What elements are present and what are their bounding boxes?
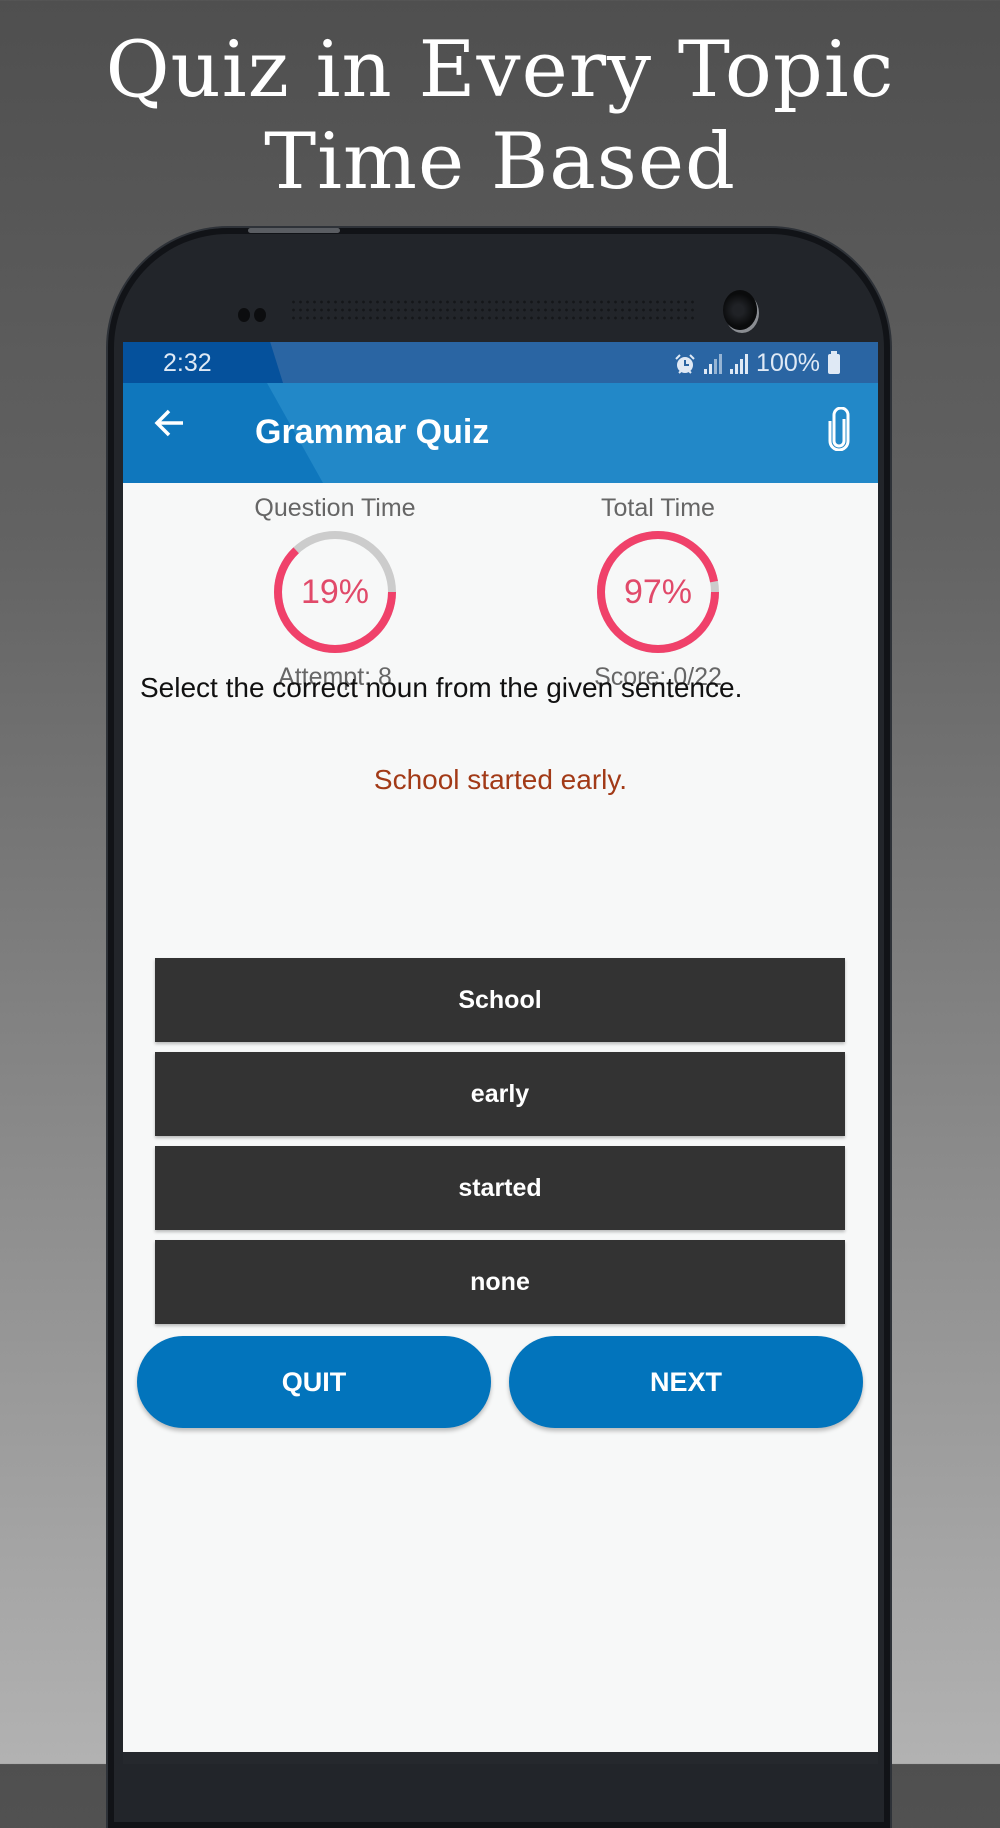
question-time-ring: 19% <box>270 527 400 657</box>
question-time-percent: 19% <box>300 573 370 611</box>
answer-option[interactable]: School <box>155 958 845 1042</box>
total-time-ring: 97% <box>593 527 723 657</box>
camera-icon <box>723 290 757 330</box>
app-screen: 2:32 100% Grammar Quiz Question Time 19%… <box>123 342 878 1752</box>
status-bar: 2:32 100% <box>123 342 878 383</box>
next-button[interactable]: NEXT <box>509 1336 863 1428</box>
answer-option[interactable]: started <box>155 1146 845 1230</box>
answer-option[interactable]: early <box>155 1052 845 1136</box>
status-time: 2:32 <box>163 349 212 377</box>
battery-percent: 100% <box>756 349 820 377</box>
back-button[interactable] <box>153 405 187 450</box>
promo-headline-line-2: Time Based <box>264 117 736 207</box>
speaker-grille <box>290 298 696 324</box>
signal-icon <box>730 353 749 374</box>
phone-chin <box>123 1752 878 1764</box>
question-sentence: School started early. <box>373 764 628 795</box>
sensor-icon <box>254 308 266 322</box>
phone-button <box>248 228 340 233</box>
answer-option[interactable]: none <box>155 1240 845 1324</box>
paperclip-icon <box>828 406 850 452</box>
total-time-stat: Total Time 97% Score: 0/22 <box>508 494 808 692</box>
app-toolbar: Grammar Quiz <box>123 383 878 483</box>
question-prompt: Select the correct noun from the given s… <box>140 672 743 703</box>
alarm-icon <box>675 353 695 374</box>
promo-headline-line-1: Quiz in Every Topic <box>105 25 895 115</box>
quit-button[interactable]: QUIT <box>137 1336 491 1428</box>
total-time-percent: 97% <box>623 573 693 611</box>
total-time-label: Total Time <box>601 494 715 522</box>
toolbar-title: Grammar Quiz <box>255 413 490 451</box>
battery-icon <box>828 350 840 374</box>
sensor-icon <box>238 308 250 322</box>
attach-button[interactable] <box>826 406 852 456</box>
question-time-stat: Question Time 19% Attempt: 8 <box>185 494 485 692</box>
arrow-left-icon <box>154 409 183 437</box>
signal-icon <box>704 353 723 374</box>
question-time-label: Question Time <box>254 494 416 522</box>
